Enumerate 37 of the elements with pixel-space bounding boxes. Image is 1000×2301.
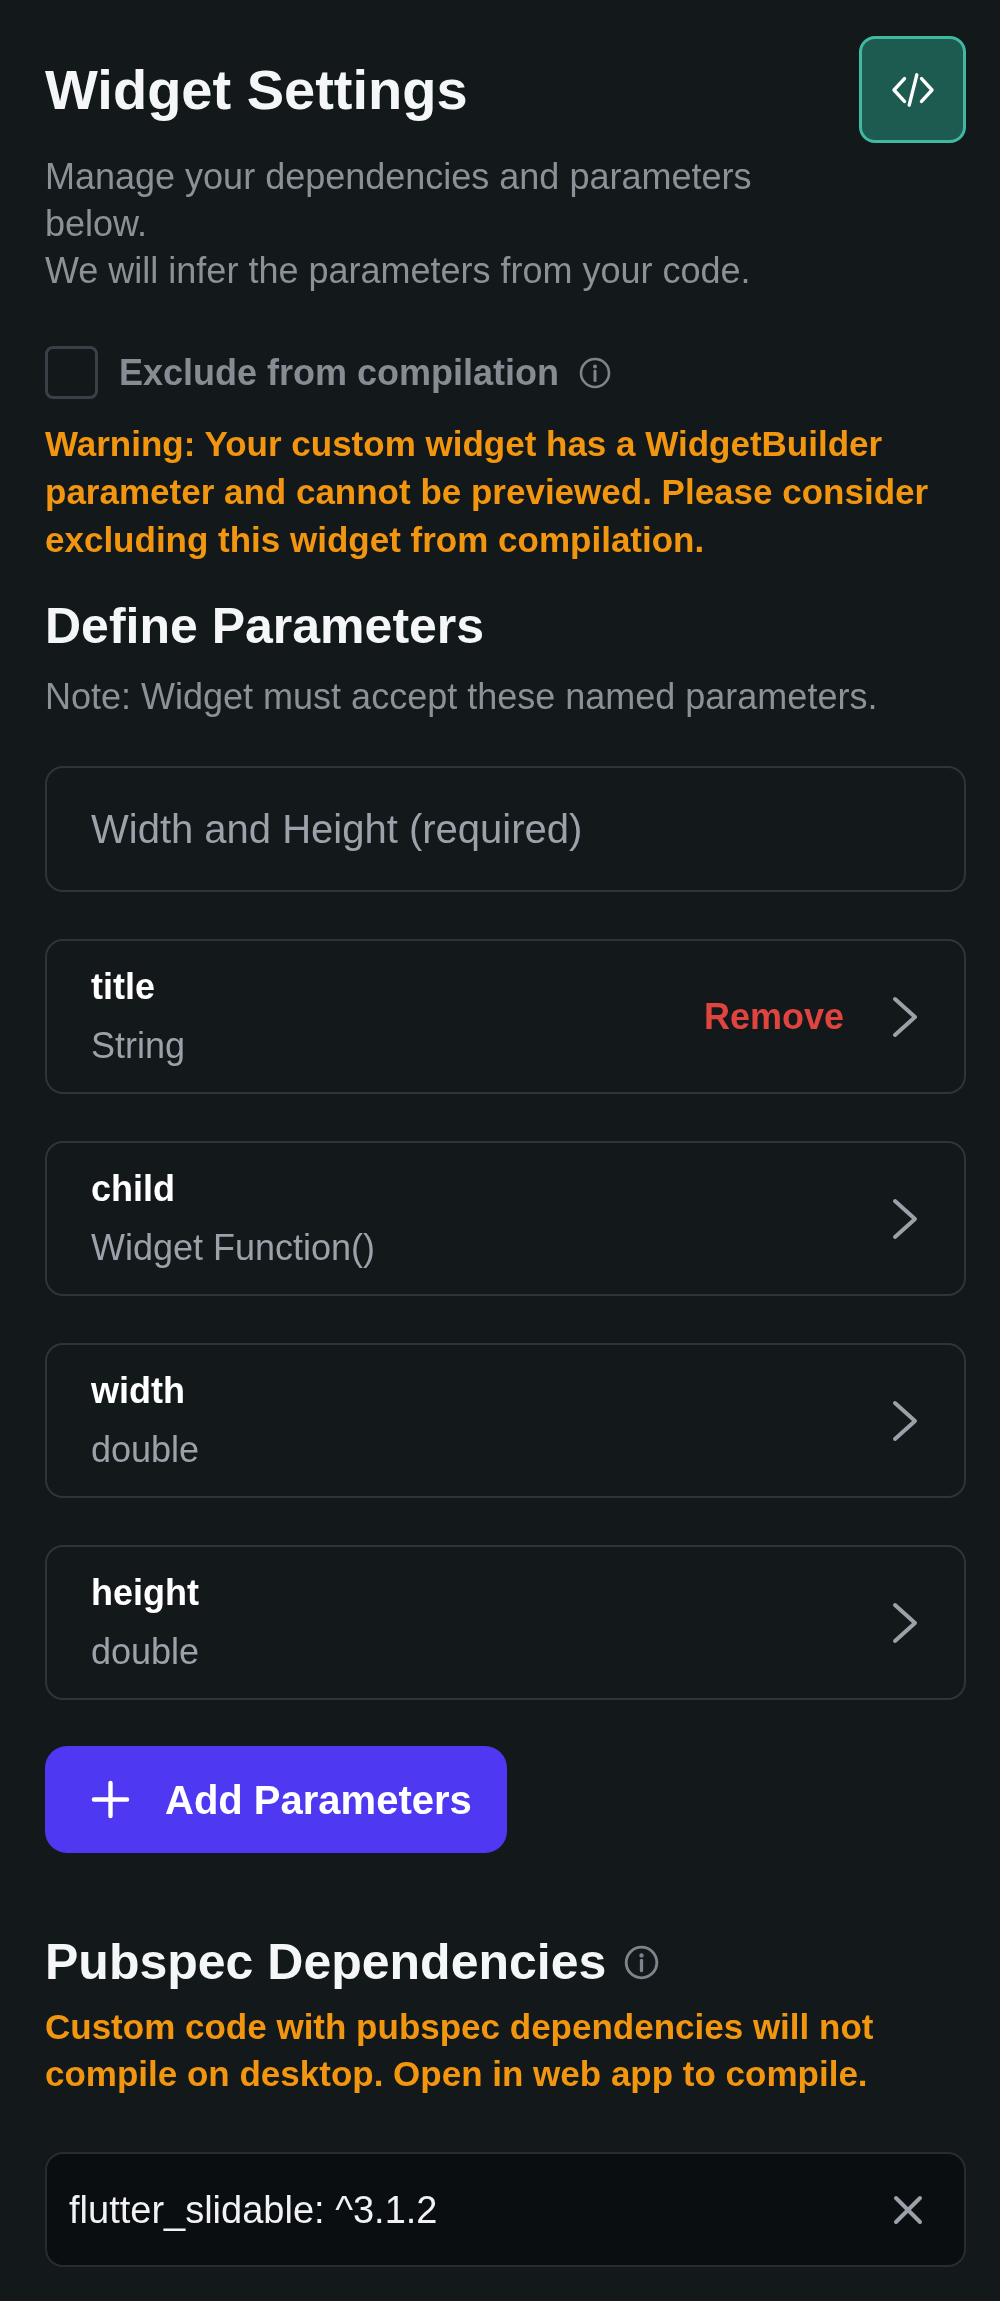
checkbox-label[interactable]: Exclude from compilation bbox=[119, 350, 560, 395]
add-parameters-button[interactable]: Add Parameters bbox=[45, 1746, 507, 1853]
description-text: We will infer the parameters from your code. bbox=[45, 249, 752, 293]
parameter-label: Width and Height (required) bbox=[91, 806, 583, 853]
parameter-type: Widget Function() bbox=[91, 1226, 377, 1270]
section-heading: Pubspec Dependencies bbox=[45, 1933, 607, 1992]
chevron-right-icon bbox=[892, 995, 918, 1038]
parameter-name: title bbox=[91, 965, 156, 1009]
parameter-list-item[interactable]: child Widget Function() bbox=[45, 1141, 966, 1296]
note-text: Note: Widget must accept these named parameters. bbox=[45, 675, 879, 719]
parameter-name: height bbox=[91, 1571, 200, 1615]
parameter-type: String bbox=[91, 1024, 187, 1068]
dependency-value: flutter_slidable: ^3.1.2 bbox=[69, 2187, 439, 2233]
parameter-type: double bbox=[91, 1428, 201, 1472]
chevron-right-icon bbox=[892, 1197, 918, 1240]
warning-text: Custom code with pubspec dependencies will not compile on desktop. Open in web app to compile. bbox=[45, 2006, 875, 2095]
parameter-list-item[interactable]: title String Remove bbox=[45, 939, 966, 1094]
info-icon[interactable] bbox=[579, 356, 612, 389]
code-icon bbox=[889, 70, 936, 109]
parameter-name: child bbox=[91, 1167, 176, 1211]
plus-icon bbox=[91, 1780, 130, 1819]
parameter-list-item[interactable]: height double bbox=[45, 1545, 966, 1700]
chevron-right-icon bbox=[892, 1601, 918, 1644]
parameter-list-item[interactable]: width double bbox=[45, 1343, 966, 1498]
dependency-field[interactable]: flutter_slidable: ^3.1.2 bbox=[45, 2152, 966, 2267]
remove-link[interactable]: Remove bbox=[703, 994, 844, 1039]
checkbox[interactable] bbox=[45, 346, 98, 399]
panel-title: Widget Settings bbox=[45, 58, 468, 122]
description-text: Manage your dependencies and parameters below. bbox=[45, 155, 753, 246]
parameter-type: double bbox=[91, 1630, 201, 1674]
code-view-button[interactable] bbox=[859, 36, 966, 143]
close-icon[interactable] bbox=[893, 2194, 923, 2225]
parameter-name: width bbox=[91, 1369, 186, 1413]
warning-text: Warning: Your custom widget has a WidgetBuilder parameter and cannot be previewed. Please consider excluding this widget from compilation. bbox=[45, 423, 930, 561]
section-heading: Define Parameters bbox=[45, 597, 486, 656]
chevron-right-icon bbox=[892, 1399, 918, 1442]
info-icon[interactable] bbox=[624, 1944, 660, 1980]
